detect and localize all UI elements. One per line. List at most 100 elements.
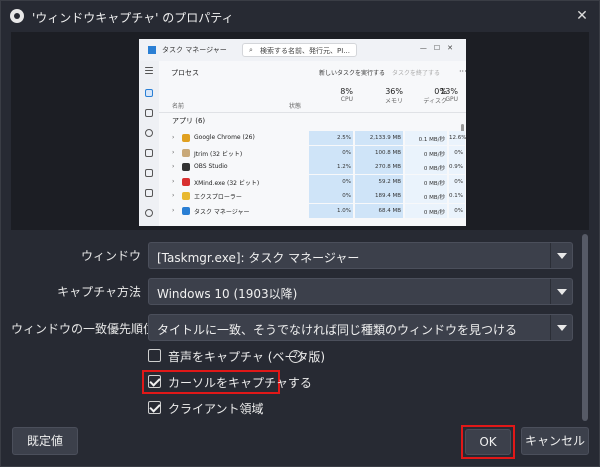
process-name: タスク マネージャー [194,208,250,216]
process-icon [182,148,190,157]
taskmgr-sidebar [139,61,159,226]
process-name: エクスプローラー [194,194,242,201]
chevron-right-icon: › [172,177,175,185]
search-icon: ⌕ [249,46,253,54]
chevron-down-icon[interactable] [550,315,572,340]
taskmgr-header-title: プロセス [171,69,199,77]
table-row: › Jtrim (32 ビット) 0% 100.8 MB 0 MB/秒 0% [159,145,466,160]
process-icon [182,192,190,200]
taskmgr-preview: タスク マネージャー ⌕ 検索する名前、発行元、PI... —☐✕ プロセス 新… [139,39,466,226]
table-row: › タスク マネージャー 1.0% 68.4 MB 0 MB/秒 0% [159,203,466,218]
client-area-checkbox[interactable]: クライアント領域 [148,400,264,416]
taskmgr-columns: 名前 状態 8% CPU 36% メモリ 0% ディスク 13% GPU [159,83,466,113]
priority-value: タイトルに一致、そうでなければ同じ種類のウィンドウを見つける [157,323,518,337]
taskmgr-col-status: 状態 [289,103,302,110]
priority-select[interactable]: タイトルに一致、そうでなければ同じ種類のウィンドウを見つける [148,314,573,341]
process-mem: 189.4 MB [355,189,403,203]
process-cpu: 0% [309,145,353,160]
audio-capture-box[interactable] [148,349,161,362]
process-icon [182,206,190,215]
process-cpu: 1.0% [309,203,353,218]
details-icon [145,189,153,197]
users-icon [145,169,153,177]
taskmgr-title: タスク マネージャー [162,46,227,54]
taskmgr-logo-icon [148,46,156,54]
taskmgr-col-memory: 36% メモリ [355,87,403,105]
process-cpu: 0% [309,174,353,189]
title-bar: 'ウィンドウキャプチャ' のプロパティ ✕ [1,1,599,31]
taskmgr-col-name: 名前 [172,103,185,110]
table-row: › エクスプローラー 0% 189.4 MB 0 MB/秒 0.1% [159,189,466,203]
process-disk: 0 MB/秒 [405,203,447,218]
priority-label: ウィンドウの一致優先順位 [11,322,156,336]
capture-preview: タスク マネージャー ⌕ 検索する名前、発行元、PI... —☐✕ プロセス 新… [11,32,589,230]
col-pct: 8% [340,87,353,96]
process-gpu: 0% [449,174,465,189]
process-mem: 270.8 MB [355,160,403,174]
process-mem: 68.4 MB [355,203,403,218]
chevron-down-icon[interactable] [550,279,572,304]
process-icon [182,177,190,186]
window-select[interactable]: [Taskmgr.exe]: タスク マネージャー [148,242,573,269]
capture-method-select[interactable]: Windows 10 (1903以降) [148,278,573,305]
col-label: GPU [445,96,458,103]
process-name: Google Chrome (26) [194,134,255,141]
process-disk: 0 MB/秒 [405,174,447,189]
table-row: › XMind.exe (32 ビット) 0% 59.2 MB 0 MB/秒 0% [159,174,466,189]
capture-method-label: キャプチャ方法 [57,285,141,299]
taskmgr-col-cpu: 8% CPU [309,87,353,103]
process-icon [182,134,190,142]
taskmgr-end-task: タスクを終了する [392,70,441,77]
obs-app-icon [10,9,24,23]
processes-icon [145,89,153,97]
cursor-capture-box[interactable] [148,375,161,388]
client-area-label: クライアント領域 [168,402,264,416]
process-gpu: 0% [449,145,465,160]
properties-dialog: 'ウィンドウキャプチャ' のプロパティ ✕ タスク マネージャー ⌕ 検索する名… [0,0,600,467]
taskmgr-search-placeholder: 検索する名前、発行元、PI... [260,47,350,55]
col-label: メモリ [384,98,403,105]
process-mem: 59.2 MB [355,174,403,189]
process-cpu: 0% [309,189,353,203]
taskmgr-new-task: 新しいタスクを実行する [319,70,386,77]
taskmgr-col-gpu: 13% GPU [432,87,458,103]
col-pct: 13% [440,87,458,96]
settings-scrollbar[interactable] [582,234,588,421]
process-gpu: 0% [449,203,465,218]
cursor-capture-label: カーソルをキャプチャする [168,376,312,390]
process-cpu: 1.2% [309,160,353,174]
taskmgr-header: プロセス 新しいタスクを実行する タスクを終了する ··· [159,61,466,83]
capture-method-value: Windows 10 (1903以降) [157,287,298,301]
scrollbar-thumb[interactable] [582,234,588,421]
cursor-capture-checkbox[interactable]: カーソルをキャプチャする [148,374,312,390]
chevron-right-icon: › [172,163,175,170]
history-icon [145,129,153,137]
client-area-box[interactable] [148,401,161,414]
process-mem: 100.8 MB [355,145,403,160]
chevron-right-icon: › [172,192,175,199]
table-row: › Google Chrome (26) 2.5% 2,133.9 MB 0.1 MB/… [159,131,466,145]
performance-icon [145,109,153,117]
window-title: 'ウィンドウキャプチャ' のプロパティ [32,11,234,25]
process-mem: 2,133.9 MB [355,131,403,145]
process-disk: 0.1 MB/秒 [405,131,447,145]
chevron-down-icon[interactable] [550,243,572,268]
help-icon[interactable]: ? [289,350,302,363]
process-gpu: 0.9% [449,160,465,174]
taskmgr-window-buttons: —☐✕ [419,44,460,52]
services-icon [145,209,153,217]
taskmgr-group-apps: アプリ (6) [172,117,206,125]
startup-icon [145,149,153,157]
process-disk: 0 MB/秒 [405,145,447,160]
col-pct: 36% [385,87,403,96]
chevron-right-icon: › [172,148,175,156]
ok-button[interactable]: OK [465,429,511,455]
process-cpu: 2.5% [309,131,353,145]
cancel-button[interactable]: キャンセル [521,427,589,455]
process-disk: 0 MB/秒 [405,160,447,174]
hamburger-icon [145,67,153,68]
close-icon[interactable]: ✕ [571,5,593,27]
chevron-right-icon: › [172,206,175,214]
defaults-button[interactable]: 既定値 [12,427,78,455]
process-gpu: 12.6% [449,131,466,145]
